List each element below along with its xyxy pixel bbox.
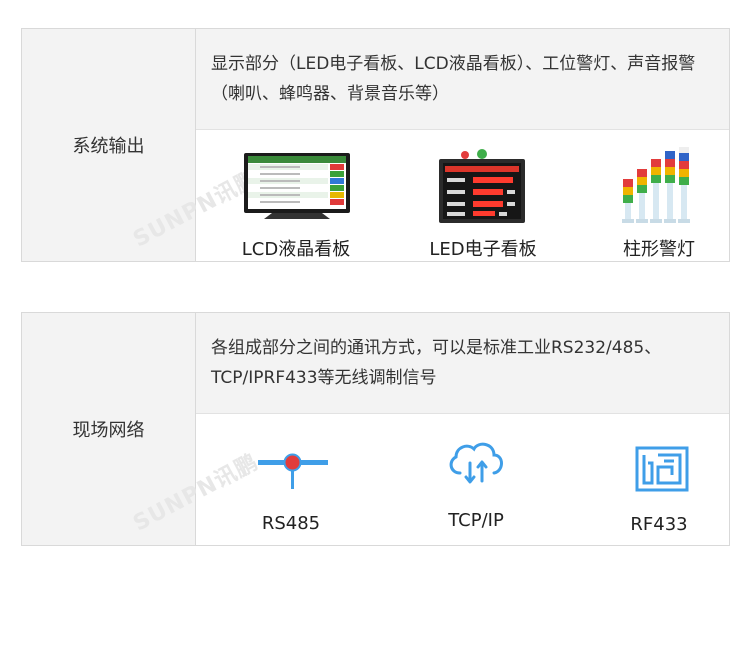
- item-row: SUNPN讯鹏 LCD液晶看板 LED电子看板 柱形警灯: [129, 131, 729, 261]
- lcd-screen-icon: [242, 151, 352, 223]
- item-rs485: RS485: [201, 415, 381, 545]
- item-caption: RS485: [261, 513, 321, 534]
- item-tower-light: 柱形警灯: [569, 131, 749, 261]
- item-caption: LCD液晶看板: [241, 239, 351, 260]
- rs485-icon: [256, 451, 330, 491]
- item-caption: LED电子看板: [429, 239, 537, 260]
- item-caption: RF433: [630, 514, 688, 535]
- item-caption: 柱形警灯: [623, 239, 695, 260]
- field-network-card: 现场网络 各组成部分之间的通讯方式，可以是标准工业RS232/485、TCP/I…: [21, 312, 730, 546]
- led-board-icon: [437, 149, 527, 225]
- system-output-card: 系统输出 显示部分（LED电子看板、LCD液晶看板）、工位警灯、声音报警（喇叭、…: [21, 28, 730, 262]
- section-description: 显示部分（LED电子看板、LCD液晶看板）、工位警灯、声音报警（喇叭、蜂鸣器、背…: [196, 29, 729, 130]
- rf433-icon: [634, 445, 690, 493]
- item-caption: TCP/IP: [448, 510, 504, 531]
- tower-light-icon: [621, 147, 693, 227]
- cloud-icon: [446, 437, 506, 487]
- section-description: 各组成部分之间的通讯方式，可以是标准工业RS232/485、TCP/IPRF43…: [196, 313, 729, 414]
- item-led: LED电子看板: [393, 131, 573, 261]
- item-tcpip: TCP/IP: [386, 415, 566, 545]
- item-row: SUNPN讯鹏 RS485 TCP/IP RF433: [129, 415, 729, 545]
- item-lcd: LCD液晶看板: [206, 131, 386, 261]
- item-rf433: RF433: [569, 415, 749, 545]
